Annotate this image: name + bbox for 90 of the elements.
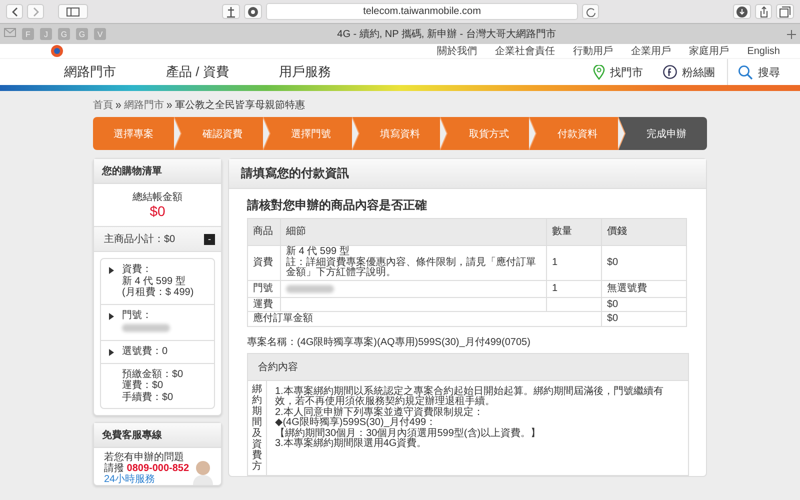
table-cell: 1 bbox=[546, 280, 602, 297]
chevron-icon bbox=[167, 102, 172, 108]
tab-title[interactable]: 4G - 續約, NP 攜碼, 新申辦 - 台灣大哥大網路門市 bbox=[106, 27, 787, 41]
contract-text: 【綁約期間30個月：30個月內須選用599型(含)以上資費。】 bbox=[275, 428, 542, 438]
search-icon bbox=[738, 64, 753, 80]
hotline-title: 免費客服專線 bbox=[94, 423, 221, 448]
address-bar[interactable]: telecom.taiwanmobile.com bbox=[266, 3, 578, 20]
nav-link[interactable]: 搜尋 bbox=[738, 64, 780, 80]
hotline-call: 請撥 0809-000-852 bbox=[104, 463, 190, 474]
blurred-number bbox=[286, 284, 334, 292]
cart-item-text: (月租費：$ 499) bbox=[122, 287, 194, 298]
sidebar-button[interactable] bbox=[58, 4, 88, 19]
cart-item-text: 資費： bbox=[122, 264, 153, 276]
expand-triangle-icon[interactable] bbox=[109, 349, 114, 356]
extension-icon[interactable] bbox=[244, 4, 262, 19]
cart-item-text: 預繳金額：$0 bbox=[122, 368, 184, 380]
new-tab-icon[interactable] bbox=[787, 30, 796, 38]
back-button[interactable] bbox=[6, 4, 23, 19]
contract-header: 合約內容 bbox=[248, 354, 688, 380]
sidebar-icon bbox=[66, 6, 80, 16]
section-title: 請填寫您的付款資訊 bbox=[229, 159, 706, 189]
breadcrumb-link[interactable]: 網路門市 bbox=[124, 98, 164, 112]
total-amount: $0 bbox=[150, 204, 166, 218]
top-link[interactable]: 行動用戶 bbox=[573, 44, 614, 58]
table-cell: 1 bbox=[546, 246, 602, 280]
table-cell: $0 bbox=[602, 297, 686, 312]
nav-link[interactable]: 用戶服務 bbox=[278, 63, 331, 81]
subtotal-label: 主商品小計：$0 bbox=[104, 232, 176, 246]
step-arrow-icon bbox=[262, 117, 271, 150]
table-cell: 運費 bbox=[248, 297, 280, 312]
column-header: 價錢 bbox=[602, 218, 686, 246]
table-cell: 資費 bbox=[248, 246, 280, 280]
nav-link[interactable]: 網路門市 bbox=[64, 63, 116, 81]
nav-link[interactable]: 粉絲團 bbox=[663, 64, 715, 80]
cart-item-text: 手續費：$0 bbox=[122, 392, 174, 403]
facebook-icon bbox=[663, 65, 677, 79]
table-cell: $0 bbox=[602, 246, 686, 280]
top-link[interactable]: 關於我們 bbox=[437, 44, 478, 58]
forward-icon bbox=[32, 6, 40, 16]
nav-link[interactable]: 找門市 bbox=[593, 64, 643, 80]
top-link[interactable]: 企業用戶 bbox=[631, 44, 672, 58]
cart-item-text: 運費：$0 bbox=[122, 380, 164, 392]
expand-triangle-icon[interactable] bbox=[109, 312, 114, 320]
column-header: 商品 bbox=[248, 218, 280, 246]
column-header: 數量 bbox=[546, 218, 602, 246]
cart-item-text: 選號費：0 bbox=[122, 346, 168, 358]
detail-text: 註：詳細資費專案優惠內容、條件限制，請見「應付訂單金額」下方紅體字說明。 bbox=[286, 258, 537, 278]
back-icon bbox=[10, 6, 18, 16]
contract-side-label: 綁約期間及資費方 bbox=[248, 380, 267, 474]
step-arrow-icon bbox=[618, 117, 626, 150]
download-button[interactable] bbox=[733, 4, 751, 19]
cart-title: 您的購物清單 bbox=[94, 159, 221, 184]
top-link[interactable]: 企業社會責任 bbox=[495, 44, 556, 58]
contract-text: ◆(4G限時獨享)599S(30)_月付499： bbox=[275, 418, 438, 428]
extension-icon[interactable] bbox=[222, 4, 240, 19]
breadcrumb-link[interactable]: 軍公教之全民皆享母親節特惠 bbox=[175, 98, 305, 112]
reload-icon[interactable] bbox=[582, 4, 599, 19]
cart-item-text: 門號： bbox=[122, 310, 153, 321]
map-pin-icon bbox=[593, 64, 605, 80]
share-icon bbox=[758, 6, 768, 18]
top-link[interactable]: English bbox=[747, 46, 780, 56]
table-cell: $0 bbox=[602, 312, 686, 326]
hotline-text: 若您有申辦的問題 bbox=[104, 452, 185, 463]
step-arrow-icon bbox=[352, 117, 360, 150]
table-cell: 無選號費 bbox=[602, 280, 686, 297]
step-arrow-icon bbox=[440, 117, 448, 150]
contract-text: 2.本人同意申辦下列專案並遵守資費限制規定： bbox=[275, 408, 484, 418]
cart-item-text: 新 4 代 599 型 bbox=[122, 276, 186, 286]
collapse-button[interactable]: - bbox=[204, 234, 215, 244]
table-cell: 門號 bbox=[248, 280, 280, 297]
detail-text: 新 4 代 599 型 bbox=[286, 247, 350, 257]
logo-icon[interactable] bbox=[50, 45, 64, 57]
step-arrow-icon bbox=[529, 117, 538, 150]
expand-triangle-icon[interactable] bbox=[109, 267, 114, 274]
contract-text: 1.本專案綁約期間以系統認定之專案合約起始日開始起算。綁約期間屆滿後，門號繼續有效，若不再使用須依服務契約規定辦理退租手續。 bbox=[275, 386, 664, 407]
table-cell: 應付訂單金額 bbox=[248, 312, 602, 326]
contract-text: 3.本專案綁約期間限選用4G資費。 bbox=[275, 439, 428, 450]
share-button[interactable] bbox=[755, 4, 772, 19]
top-link[interactable]: 家庭用戶 bbox=[689, 44, 730, 58]
column-header: 細節 bbox=[280, 218, 546, 246]
breadcrumb-link[interactable]: 首頁 bbox=[93, 98, 113, 112]
chevron-icon bbox=[116, 102, 121, 108]
plan-name: 專案名稱：(4G限時獨享專案)(AQ專用)599S(30)_月付499(0705) bbox=[247, 336, 532, 348]
tabs-button[interactable] bbox=[776, 4, 794, 19]
service-hours: 24小時服務 bbox=[104, 474, 156, 485]
section-heading: 請核對您申辦的商品內容是否正確 bbox=[247, 197, 428, 214]
nav-link[interactable]: 產品 / 資費 bbox=[166, 63, 229, 81]
step-arrow-icon bbox=[174, 117, 182, 150]
blurred-number bbox=[122, 324, 170, 332]
total-label: 總結帳金額 bbox=[132, 190, 182, 204]
